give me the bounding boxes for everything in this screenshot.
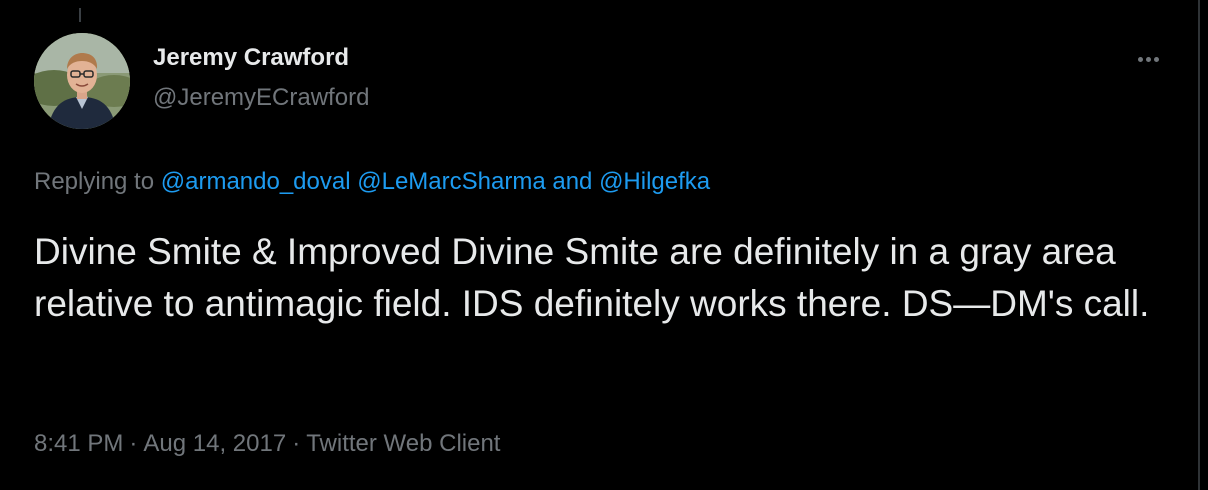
window-edge-divider [1198, 0, 1208, 490]
ellipsis-icon-dot [1153, 56, 1159, 62]
tweet-card: Jeremy Crawford @JeremyECrawford Replyin… [0, 0, 1198, 490]
tweet-time[interactable]: 8:41 PM [34, 430, 123, 457]
ellipsis-icon [1137, 56, 1143, 62]
mention-link-hilgefka[interactable]: @Hilgefka [599, 168, 710, 195]
mention-link-lemarcsharma[interactable]: @LeMarcSharma [357, 168, 545, 195]
author-display-name[interactable]: Jeremy Crawford [153, 44, 349, 72]
replying-prefix: Replying to [34, 168, 155, 195]
replying-to-line: Replying to @armando_doval @LeMarcSharma… [34, 168, 710, 196]
more-options-button[interactable] [1128, 44, 1168, 74]
tweet-body-text: Divine Smite & Improved Divine Smite are… [34, 231, 1150, 324]
tweet-metadata: 8:41 PM · Aug 14, 2017 · Twitter Web Client [34, 430, 500, 458]
meta-separator: · [292, 430, 301, 457]
tweet-date[interactable]: Aug 14, 2017 [143, 430, 286, 457]
author-handle[interactable]: @JeremyECrawford [153, 84, 369, 112]
thread-connector [79, 8, 81, 22]
profile-photo-icon [34, 33, 130, 129]
replying-conjunction[interactable]: and [552, 168, 592, 195]
avatar[interactable] [34, 33, 130, 129]
meta-separator: · [129, 430, 138, 457]
mention-link-armando-doval[interactable]: @armando_doval [161, 168, 351, 195]
ellipsis-icon-dot [1145, 56, 1151, 62]
tweet-source[interactable]: Twitter Web Client [306, 430, 500, 457]
